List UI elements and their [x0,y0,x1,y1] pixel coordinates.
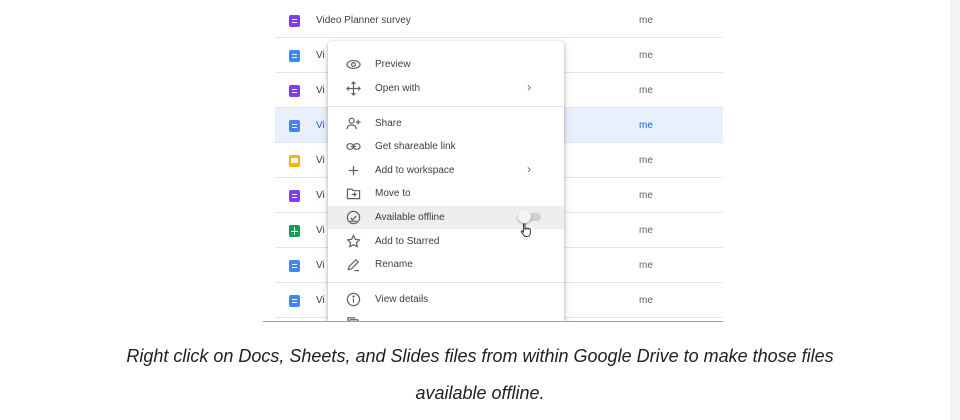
menu-item-rename[interactable]: Rename [328,253,564,276]
menu-divider [328,282,564,283]
menu-item-label: Preview [375,59,411,70]
file-name: Vi [316,225,325,236]
menu-item-label: Available offline [375,212,445,223]
drive-screenshot: Video Planner survey me Vi me Vi me Vi m… [263,0,723,322]
chevron-right-icon: › [527,80,531,94]
docs-file-icon [289,260,300,272]
menu-item-label: Open with [375,83,421,94]
forms-file-icon [289,85,300,97]
menu-item-label: View details [375,294,429,305]
file-owner: me [639,50,653,61]
file-owner: me [639,295,653,306]
folder-move-icon [346,186,361,201]
file-name: Vi [316,120,325,131]
menu-item-available-offline[interactable]: Available offline [328,206,564,237]
context-menu: Preview Open with › Share Get shareable … [328,41,564,322]
menu-item-add-to-workspace[interactable]: Add to workspace › [328,159,564,182]
file-name: Vi [316,85,325,96]
docs-file-icon [289,120,300,132]
menu-item-open-with[interactable]: Open with › [328,77,564,100]
menu-divider [328,106,564,107]
slides-file-icon [289,155,300,167]
star-icon [346,234,361,249]
file-owner: me [639,15,653,26]
caption-line-1: Right click on Docs, Sheets, and Slides … [126,346,834,366]
offline-toggle[interactable] [518,210,543,223]
file-row[interactable]: Video Planner survey me [275,3,723,38]
plus-icon [346,163,361,178]
link-icon [346,139,361,154]
menu-item-label: Rename [375,259,413,270]
menu-item-move-to[interactable]: Move to [328,182,564,205]
toggle-knob [518,210,531,223]
menu-item-preview[interactable]: Preview [328,53,564,76]
file-owner: me [639,260,653,271]
screenshot-border [263,321,723,322]
file-owner: me [639,155,653,166]
file-name: Vi [316,50,325,61]
sheets-file-icon [289,225,300,237]
docs-file-icon [289,50,300,62]
menu-item-label: Get shareable link [375,141,456,152]
pencil-icon [346,257,361,272]
menu-item-add-to-starred[interactable]: Add to Starred [328,230,564,253]
eye-icon [346,57,361,72]
move-arrows-icon [346,81,361,96]
menu-item-label: Move to [375,188,411,199]
caption-line-2: available offline. [415,383,545,403]
menu-item-label: Add to Starred [375,236,440,247]
file-name: Vi [316,295,325,306]
offline-check-icon [346,210,361,225]
file-owner: me [639,120,653,131]
file-name: Vi [316,190,325,201]
file-owner: me [639,190,653,201]
file-name: Vi [316,155,325,166]
chevron-right-icon: › [527,162,531,176]
forms-file-icon [289,190,300,202]
docs-file-icon [289,295,300,307]
menu-item-share[interactable]: Share [328,112,564,135]
add-person-icon [346,116,361,131]
file-name: Video Planner survey [316,15,411,26]
forms-file-icon [289,15,300,27]
file-owner: me [639,85,653,96]
file-name: Vi [316,260,325,271]
file-owner: me [639,225,653,236]
info-icon [346,292,361,307]
menu-item-label: Add to workspace [375,165,455,176]
menu-item-view-details[interactable]: View details [328,288,564,311]
menu-item-label: Share [375,118,402,129]
menu-item-get-shareable-link[interactable]: Get shareable link [328,135,564,158]
